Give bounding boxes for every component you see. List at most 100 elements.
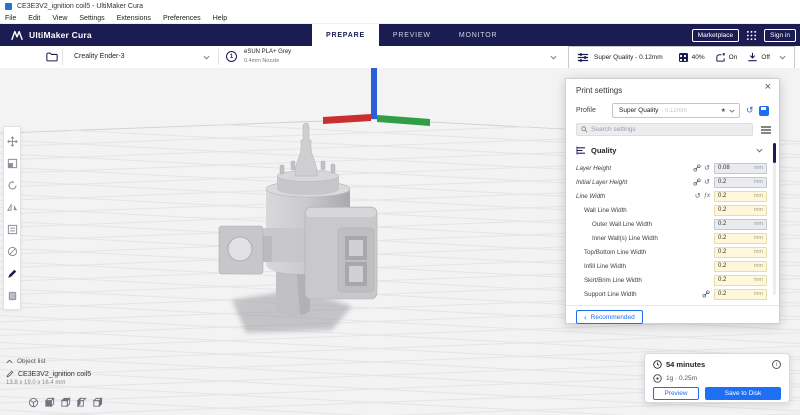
tool-panel [3,126,21,310]
undo-icon[interactable]: ↺ [704,165,710,172]
eraser-tool-icon[interactable] [4,284,20,306]
window-titlebar: CE3E3V2_ignition coil5 - UltiMaker Cura [0,0,800,13]
infill-icon [678,53,688,62]
view-left-button[interactable] [75,396,87,408]
settings-scrollbar[interactable] [773,143,776,295]
view-right-button[interactable] [91,396,103,408]
setting-value-field[interactable]: 0.2 mm [714,274,767,286]
setting-row-support-line-width[interactable]: Support Line Width 0.2 mm [566,287,779,301]
settings-rows: Layer Height ↺ 0.08 mm Initial Layer Hei… [566,161,779,301]
search-settings-input[interactable]: Search settings [576,123,753,136]
setting-value-field[interactable]: 0.2 mm [714,288,767,300]
setting-row-outer-wall-line-width[interactable]: Outer Wall Line Width 0.2 mm [566,217,779,231]
preview-button[interactable]: Preview [653,387,699,400]
adhesion-icon [748,52,757,62]
infill-value: 40% [691,54,705,61]
menu-extensions[interactable]: Extensions [117,15,151,22]
setting-row-line-width[interactable]: Line Width ↺ ƒx 0.2 mm [566,189,779,203]
axes-indicator [323,68,430,126]
print-settings-summary-bar[interactable]: Super Quality - 0.12mm 40% On Off [568,46,795,69]
folder-icon [46,52,58,62]
save-to-disk-button[interactable]: Save to Disk [705,387,781,400]
search-icon [581,126,588,133]
printer-selector[interactable]: Creality Ender-3 [62,46,218,68]
setting-value-field[interactable]: 0.2 mm [714,218,767,230]
menu-help[interactable]: Help [213,15,227,22]
open-file-button[interactable] [42,46,62,68]
chevron-down-icon [779,55,786,60]
setting-row-layer-height[interactable]: Layer Height ↺ 0.08 mm [566,161,779,175]
recommended-mode-button[interactable]: ‹ Recommended [576,310,643,324]
setting-row-top-bottom-line-width[interactable]: Top/Bottom Line Width 0.2 mm [566,245,779,259]
menu-file[interactable]: File [5,15,16,22]
per-model-settings-icon[interactable] [4,218,20,240]
adhesion-value: Off [761,54,770,61]
save-profile-icon[interactable] [758,105,769,116]
view-3d-button[interactable] [27,396,39,408]
info-icon[interactable]: i [772,360,781,369]
material-name: eSUN PLA+ Grey [244,49,292,55]
move-tool-icon[interactable] [4,130,20,152]
app-file-icon [5,3,12,10]
menu-view[interactable]: View [52,15,67,22]
menu-edit[interactable]: Edit [28,15,40,22]
setting-value-field[interactable]: 0.2 mm [714,190,767,202]
section-quality[interactable]: Quality [576,143,763,157]
tab-prepare[interactable]: PREPARE [312,24,379,46]
tab-monitor[interactable]: MONITOR [445,24,512,46]
view-top-button[interactable] [59,396,71,408]
print-time-estimate: 54 minutes [666,360,706,369]
setting-value-field[interactable]: 0.2 mm [714,260,767,272]
chevron-down-icon [756,148,763,152]
setting-value-field[interactable]: 0.2 mm [714,204,767,216]
menu-settings[interactable]: Settings [79,15,104,22]
chevron-down-icon [203,55,210,60]
link-icon[interactable] [702,290,710,298]
mirror-tool-icon[interactable] [4,196,20,218]
object-list-item[interactable]: CE3E3V2_ignition coil5 [6,370,156,378]
profile-suffix: - 0.12mm [661,107,687,114]
view-front-button[interactable] [43,396,55,408]
menu-preferences[interactable]: Preferences [163,15,201,22]
setting-row-inner-wall-line-width[interactable]: Inner Wall(s) Line Width 0.2 mm [566,231,779,245]
undo-icon[interactable]: ↺ [695,193,701,200]
rotate-tool-icon[interactable] [4,174,20,196]
model-ignition-coil[interactable] [218,122,378,316]
link-icon[interactable] [693,164,701,172]
setting-value-field[interactable]: 0.2 mm [714,232,767,244]
profile-label: Profile [576,107,596,114]
setting-value-field[interactable]: 0.08 mm [714,162,767,174]
marketplace-button[interactable]: Marketplace [691,28,740,42]
axis-z [371,68,377,119]
settings-scrollbar-thumb[interactable] [773,143,776,163]
setting-row-initial-layer-height[interactable]: Initial Layer Height ↺ 0.2 mm [566,175,779,189]
settings-visibility-menu-icon[interactable] [761,125,771,134]
section-title: Quality [591,145,617,155]
setting-value-field[interactable]: 0.2 mm [714,246,767,258]
setting-row-skirt-brim-line-width[interactable]: Skirt/Brim Line Width 0.2 mm [566,273,779,287]
apps-grid-icon[interactable] [746,30,757,41]
custom-supports-tool-icon[interactable] [4,262,20,284]
support-value: On [728,54,738,61]
material-usage-estimate: 1g · 0.25m [666,375,698,382]
signin-button[interactable]: Sign in [764,28,796,42]
profile-dropdown[interactable]: Super Quality - 0.12mm ★ [612,103,740,118]
material-selector[interactable]: 1 eSUN PLA+ Grey 0.4mm Nozzle [218,46,566,68]
object-list-toggle[interactable]: Object list [6,358,156,365]
link-icon[interactable] [693,178,701,186]
object-dimensions: 13.8 x 19.0 x 16.4 mm [6,380,66,386]
setting-row-infill-line-width[interactable]: Infill Line Width 0.2 mm [566,259,779,273]
tab-preview[interactable]: PREVIEW [379,24,445,46]
close-icon[interactable]: × [765,82,771,93]
scale-tool-icon[interactable] [4,152,20,174]
divider [566,305,779,306]
reset-profile-icon[interactable]: ↺ [746,106,754,115]
support-blocker-icon[interactable] [4,240,20,262]
axis-y [377,115,430,126]
formula-icon[interactable]: ƒx [704,193,710,199]
brand: UltiMaker Cura [0,29,92,42]
undo-icon[interactable]: ↺ [704,179,710,186]
setting-row-wall-line-width[interactable]: Wall Line Width 0.2 mm [566,203,779,217]
setting-value-field[interactable]: 0.2 mm [714,176,767,188]
support-icon [715,53,725,62]
